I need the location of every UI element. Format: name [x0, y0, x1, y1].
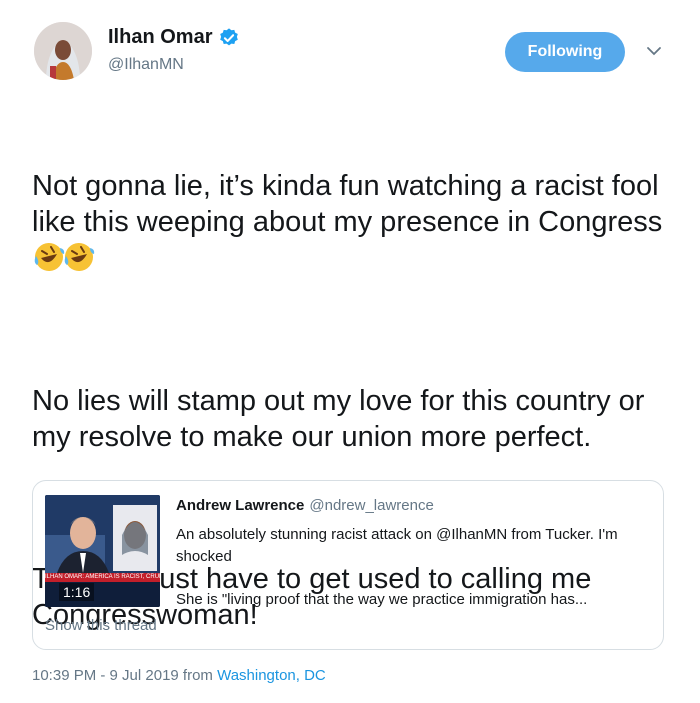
avatar[interactable]: [34, 22, 92, 80]
quoted-author-row: Andrew Lawrence @ndrew_lawrence: [176, 497, 434, 514]
author-name-row: Ilhan Omar: [108, 26, 240, 49]
quoted-author-handle[interactable]: @ndrew_lawrence: [309, 497, 433, 514]
quoted-tweet-card[interactable]: ILHAN OMAR: AMERICA IS RACIST, CRUEL & U…: [32, 480, 664, 650]
video-chyron: ILHAN OMAR: AMERICA IS RACIST, CRUEL & U…: [45, 573, 160, 582]
tweet-meta: 10:39 PM - 9 Jul 2019 from Washington, D…: [32, 667, 326, 684]
profile-photo-icon: [34, 22, 92, 80]
rolling-laughing-emoji-icon: [34, 243, 65, 271]
rolling-laughing-emoji-icon-2: [64, 243, 95, 271]
video-duration: 1:16: [59, 583, 95, 601]
author-display-name[interactable]: Ilhan Omar: [108, 26, 212, 49]
tweet-paragraph-1: Not gonna lie, it’s kinda fun watching a…: [32, 168, 682, 277]
verified-badge-icon: [220, 27, 239, 45]
quoted-author-name[interactable]: Andrew Lawrence: [176, 497, 304, 514]
tweet-paragraph-2: No lies will stamp out my love for this …: [32, 385, 653, 453]
chevron-down-icon[interactable]: [645, 42, 663, 60]
author-handle[interactable]: @IlhanMN: [108, 56, 184, 74]
quoted-tweet-text-2: She is "living proof that the way we pra…: [176, 591, 588, 608]
show-thread-link[interactable]: Show this thread: [45, 617, 157, 634]
tweet-line-1: Not gonna lie, it’s kinda fun watching a…: [32, 170, 671, 238]
location-link[interactable]: Washington, DC: [217, 667, 326, 684]
following-button[interactable]: Following: [505, 32, 625, 72]
quoted-tweet-text-1: An absolutely stunning racist attack on …: [176, 526, 618, 565]
tweet-timestamp[interactable]: 10:39 PM - 9 Jul 2019 from: [32, 667, 217, 684]
video-thumbnail[interactable]: ILHAN OMAR: AMERICA IS RACIST, CRUEL & U…: [45, 495, 160, 607]
